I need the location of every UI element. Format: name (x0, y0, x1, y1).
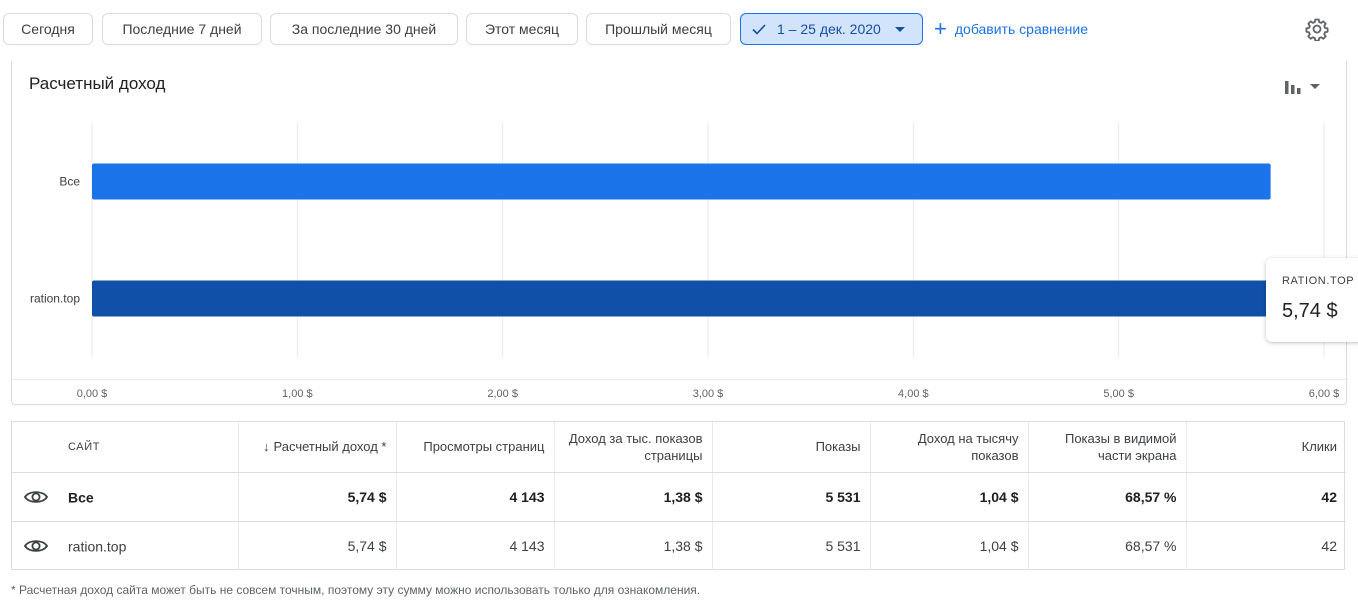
bar-all[interactable] (92, 163, 1271, 200)
cell-page-rpm: 1,38 $ (553, 521, 712, 570)
cell-revenue: 5,74 $ (237, 472, 396, 522)
eye-icon[interactable] (24, 489, 48, 505)
col-header-page-rpm[interactable]: Доход за тыс. показов страницы (553, 422, 712, 473)
chevron-down-icon (894, 26, 905, 32)
cell-pageviews: 4 143 (395, 472, 554, 522)
tooltip-value: 5,74 $ (1282, 300, 1338, 322)
x-tick-label: 0,00 $ (77, 388, 108, 400)
chip-this-month[interactable]: Этот месяц (466, 13, 578, 45)
eye-icon[interactable] (24, 538, 48, 554)
x-tick-label: 4,00 $ (898, 388, 929, 400)
chart-tooltip: RATION.TOP 5,74 $ (1266, 258, 1358, 342)
table-header-row: САЙТ ↓ Расчетный доход * Просмотры страни… (12, 422, 1346, 473)
col-header-clicks[interactable]: Клики (1185, 422, 1346, 473)
table-row: Все 5,74 $ 4 143 1,38 $ 5 531 1,04 $ 68,… (12, 472, 1346, 522)
col-header-revenue[interactable]: ↓ Расчетный доход * (237, 422, 396, 473)
add-comparison-label: добавить сравнение (954, 21, 1089, 37)
x-axis-line (12, 379, 1348, 380)
selected-range-label: 1 – 25 дек. 2020 (777, 21, 881, 37)
gear-icon[interactable] (1305, 17, 1329, 41)
cell-viewability: 68,57 % (1027, 472, 1186, 522)
chip-last-month[interactable]: Прошлый месяц (586, 13, 731, 45)
cell-page-rpm: 1,38 $ (553, 472, 712, 522)
bar-chart: 0,00 $ 1,00 $ 2,00 $ 3,00 $ 4,00 $ 5,00 $ 6,00… (30, 123, 1340, 400)
cell-impressions: 5 531 (711, 472, 870, 522)
cell-impression-rpm: 1,04 $ (869, 472, 1028, 522)
col-header-viewability[interactable]: Показы в видимой части экрана (1027, 422, 1186, 473)
plus-icon: + (934, 16, 947, 41)
category-label: ration.top (30, 292, 80, 306)
col-header-site[interactable]: САЙТ (12, 422, 238, 473)
sort-down-icon: ↓ (263, 439, 270, 455)
cell-impression-rpm: 1,04 $ (869, 521, 1028, 570)
chip-last-30-days[interactable]: За последние 30 дней (270, 13, 458, 45)
col-header-impressions[interactable]: Показы (711, 422, 870, 473)
revenue-chart-card: Расчетный доход 0,00 $1,00 $2,00 $3,00 $… (11, 61, 1348, 405)
site-cell: Все (12, 472, 238, 522)
cell-impressions: 5 531 (711, 521, 870, 570)
col-header-impression-rpm[interactable]: Доход на тысячу показов (869, 422, 1028, 473)
chip-today[interactable]: Сегодня (3, 13, 93, 45)
check-icon (752, 24, 766, 35)
col-header-pageviews[interactable]: Просмотры страниц (395, 422, 554, 473)
col-header-revenue-label: Расчетный доход * (273, 439, 387, 455)
date-filter-bar: Сегодня Последние 7 дней За последние 30… (0, 0, 1358, 60)
table-row: ration.top 5,74 $ 4 143 1,38 $ 5 531 1,0… (12, 521, 1346, 570)
chip-selected-range[interactable]: 1 – 25 дек. 2020 (740, 13, 923, 45)
cell-revenue: 5,74 $ (237, 521, 396, 570)
category-label: Все (59, 175, 80, 189)
site-cell: ration.top (12, 521, 238, 570)
cell-clicks: 42 (1185, 521, 1346, 570)
x-tick-label: 5,00 $ (1103, 388, 1134, 400)
add-comparison-button[interactable]: + добавить сравнение (934, 13, 1088, 45)
x-tick-label: 6,00 $ (1309, 388, 1340, 400)
footnote: * Расчетная доход сайта может быть не со… (11, 583, 701, 597)
x-tick-label: 1,00 $ (282, 388, 313, 400)
cell-clicks: 42 (1185, 472, 1346, 522)
chip-last-7-days[interactable]: Последние 7 дней (102, 13, 262, 45)
bar-ration-top[interactable] (92, 280, 1271, 317)
cell-viewability: 68,57 % (1027, 521, 1186, 570)
sites-table-card: САЙТ ↓ Расчетный доход * Просмотры страни… (11, 421, 1346, 570)
cell-pageviews: 4 143 (395, 521, 554, 570)
tooltip-label: RATION.TOP (1282, 275, 1355, 287)
sites-table: САЙТ ↓ Расчетный доход * Просмотры страни… (12, 422, 1346, 570)
x-tick-label: 2,00 $ (487, 388, 518, 400)
site-name: Все (68, 489, 94, 506)
site-name: ration.top (68, 538, 127, 555)
x-tick-label: 3,00 $ (693, 388, 724, 400)
